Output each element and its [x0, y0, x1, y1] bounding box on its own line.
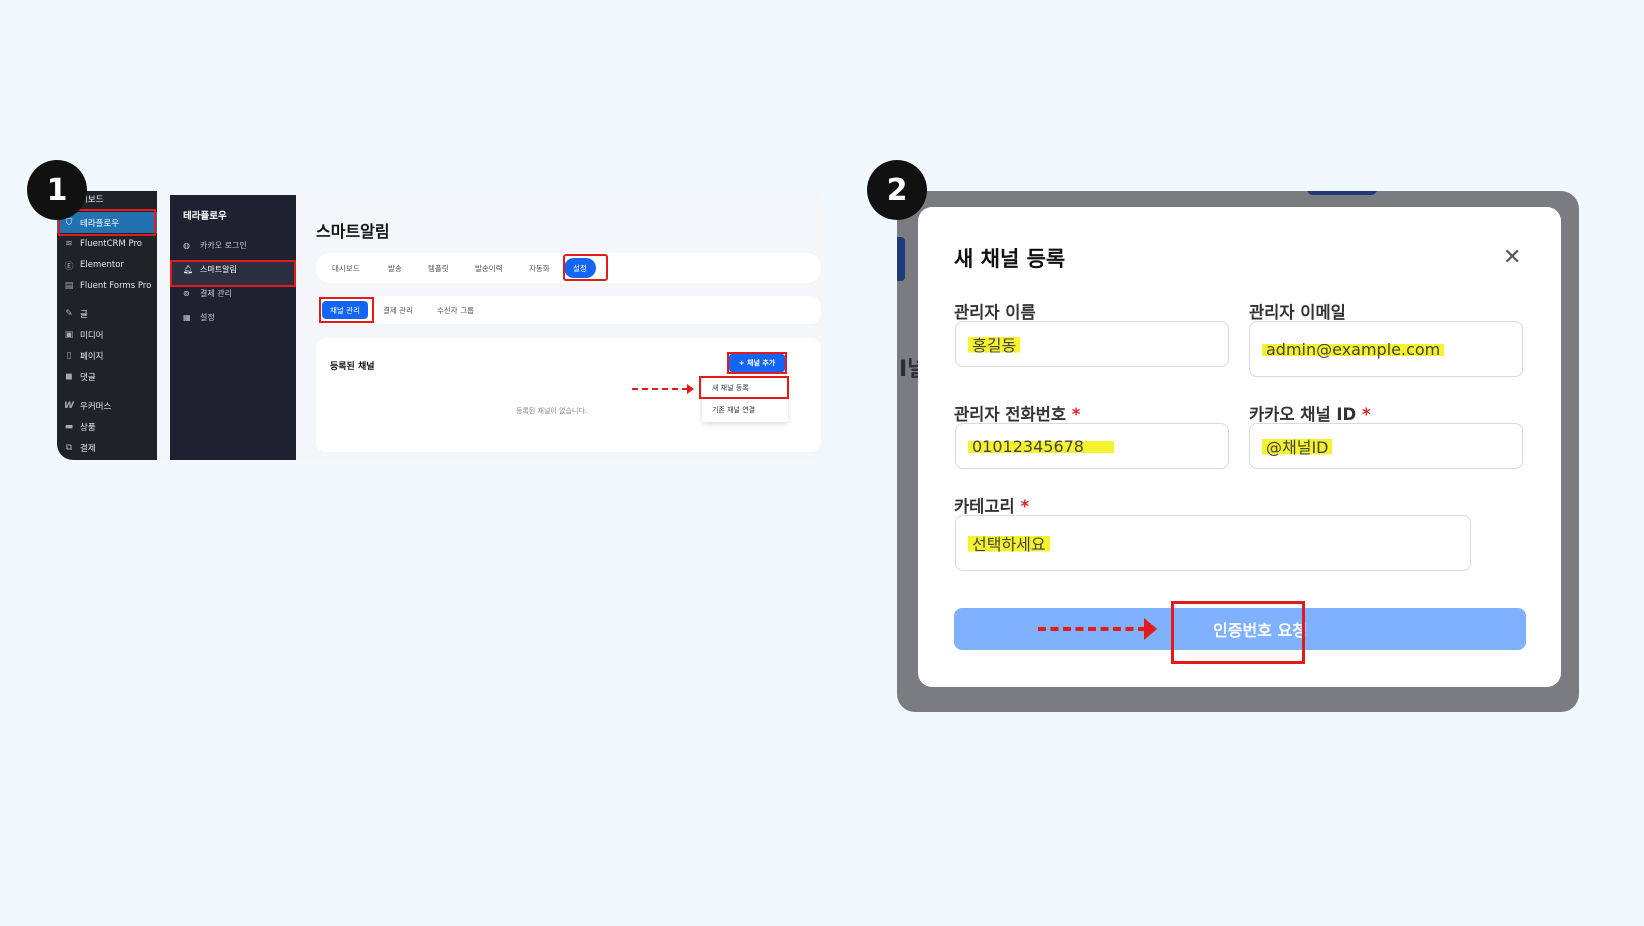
plugin-title: 테라플로우: [183, 211, 227, 222]
kakao-channel-id-label: 카카오 채널 ID *: [1249, 405, 1371, 424]
wp-menu-pages[interactable]: ▯ 페이지: [57, 346, 157, 366]
highlight-new-channel-item: [699, 376, 789, 399]
highlight-settings-tab: [563, 254, 608, 281]
highlight-channel-subtab: [319, 297, 374, 323]
admin-email-input[interactable]: admin@example.com: [1249, 321, 1523, 377]
page-icon: ▯: [66, 351, 72, 361]
tab-automation[interactable]: 자동화: [529, 253, 550, 283]
card-title: 등록된 채널: [330, 362, 375, 372]
page-title: 스마트알림: [316, 222, 390, 241]
plugin-menu-payment[interactable]: ⊚ 결제 관리: [183, 288, 232, 299]
form-icon: ▤: [64, 281, 74, 291]
screenshot-step-1: ▦시보드 ⛉테라플로우 ≋FluentCRM Pro ⒺElementor ▤F…: [57, 191, 825, 460]
comment-icon: ◼: [65, 372, 73, 382]
product-icon: ▬: [64, 422, 74, 432]
woo-icon: W: [64, 401, 74, 411]
screenshot-step-2: I널 새 채널 등록 ✕ 관리자 이름 홍길동 관리자 이메일 admin@ex…: [897, 191, 1579, 712]
plugin-menu-kakao-login[interactable]: ◍ 카카오 로그인: [183, 240, 247, 251]
highlight-smart-alarm-menu: [170, 260, 296, 287]
payment-icon: ⧉: [65, 443, 73, 453]
category-select[interactable]: 선택하세요: [955, 515, 1471, 571]
wp-menu-elementor[interactable]: Ⓔ Elementor: [57, 255, 157, 275]
dropdown-connect-existing[interactable]: 기존 채널 연결: [712, 405, 755, 415]
wp-menu-comments[interactable]: ◼ 댓글: [57, 367, 157, 387]
subtab-recipient-group[interactable]: 수신자 그룹: [437, 296, 474, 324]
admin-email-label: 관리자 이메일: [1249, 303, 1346, 322]
media-icon: ▣: [64, 330, 74, 340]
globe-icon: ◍: [183, 241, 190, 250]
subtab-payment-management[interactable]: 결제 관리: [383, 296, 413, 324]
wp-menu-posts[interactable]: ✎ 글: [57, 304, 157, 324]
plugin-menu-settings[interactable]: ▦ 설정: [183, 312, 215, 323]
flag-icon: ≋: [65, 239, 73, 249]
tab-send[interactable]: 발송: [388, 253, 402, 283]
admin-name-label: 관리자 이름: [954, 303, 1036, 322]
wp-menu-media[interactable]: ▣ 미디어: [57, 325, 157, 345]
kakao-channel-id-input[interactable]: @채널ID: [1249, 423, 1523, 469]
plugin-sidebar: 테라플로우: [170, 195, 296, 460]
background-side-element: [897, 237, 905, 281]
modal-title: 새 채널 등록: [954, 247, 1066, 271]
step-2-badge: 2: [867, 160, 927, 220]
wp-menu-payments[interactable]: ⧉ 결제: [57, 438, 157, 458]
dashed-arrow-1: [632, 388, 688, 390]
step-1-badge: 1: [27, 160, 87, 220]
grid-icon: ▦: [183, 313, 191, 322]
wp-menu-woocommerce[interactable]: W 우커머스: [57, 396, 157, 416]
dashed-arrow-2: [1038, 627, 1146, 631]
admin-phone-input[interactable]: 01012345678: [955, 423, 1229, 469]
tab-template[interactable]: 템플릿: [428, 253, 449, 283]
tab-dashboard[interactable]: 대시보드: [332, 253, 360, 283]
empty-state-text: 등록된 채널이 없습니다.: [516, 407, 588, 415]
main-content: 스마트알림 대시보드 발송 템플릿 발송이력 자동화 설정 채널 관리 결제 관…: [296, 191, 825, 460]
pin-icon: ✎: [65, 309, 73, 319]
admin-name-input[interactable]: 홍길동: [955, 321, 1229, 367]
background-tab: [1307, 191, 1377, 195]
new-channel-modal: 새 채널 등록 ✕ 관리자 이름 홍길동 관리자 이메일 admin@examp…: [918, 207, 1561, 687]
wp-menu-fluentcrm[interactable]: ≋ FluentCRM Pro: [57, 234, 157, 254]
wp-menu-products[interactable]: ▬ 상품: [57, 417, 157, 437]
category-label: 카테고리 *: [954, 497, 1030, 516]
wp-menu-fluentforms[interactable]: ▤ Fluent Forms Pro: [57, 276, 157, 296]
elementor-icon: Ⓔ: [64, 261, 74, 272]
highlight-add-channel-button: [727, 352, 787, 374]
dashed-arrow-1-head: [687, 384, 694, 394]
highlight-submit-button: [1171, 601, 1305, 664]
dashed-arrow-2-head: [1144, 618, 1157, 640]
admin-phone-label: 관리자 전화번호 *: [954, 405, 1081, 424]
coin-icon: ⊚: [183, 289, 190, 298]
tab-history[interactable]: 발송이력: [475, 253, 503, 283]
sub-tabs: 채널 관리 결제 관리 수신자 그룹: [316, 296, 821, 324]
close-icon[interactable]: ✕: [1503, 245, 1521, 270]
